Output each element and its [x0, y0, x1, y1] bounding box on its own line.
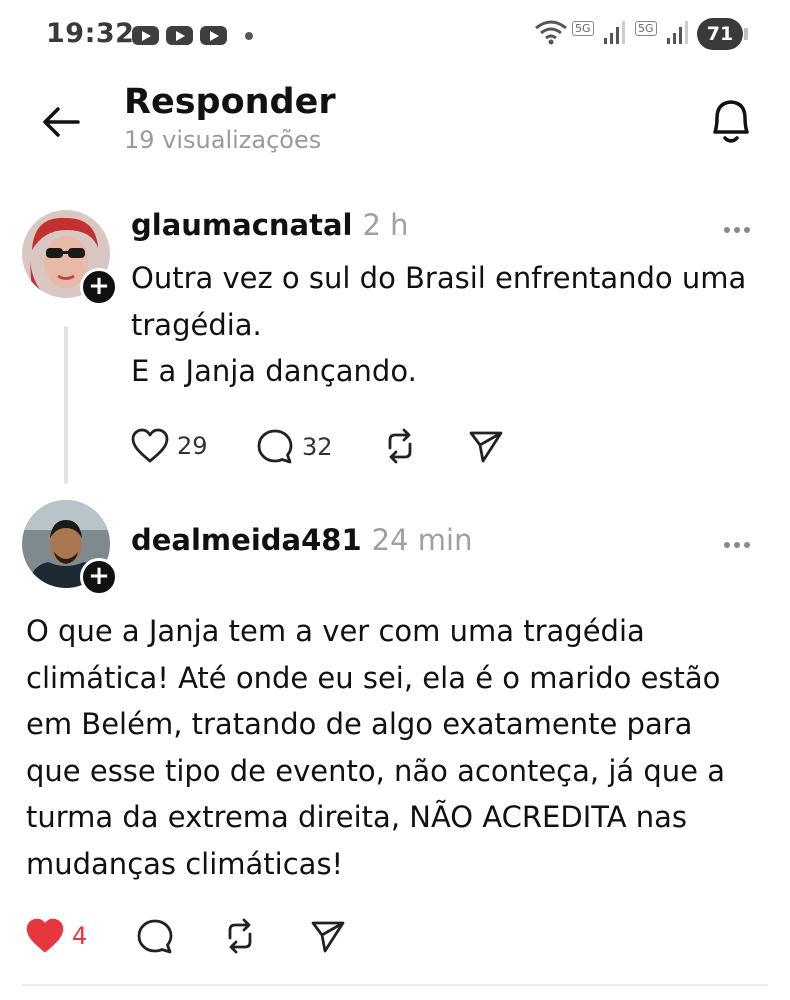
thread-connector — [64, 326, 68, 484]
repost-icon — [228, 918, 252, 954]
post-line: climática! Até onde eu sei, ela é o mari… — [26, 660, 721, 695]
comment-icon — [257, 429, 293, 464]
view-count: 19 visualizações — [124, 126, 322, 154]
share-button[interactable] — [468, 428, 504, 464]
divider — [22, 984, 768, 986]
post-line: que esse tipo de evento, não aconteça, j… — [26, 753, 725, 788]
signal-icon — [667, 21, 688, 44]
like-button[interactable]: 29 — [131, 428, 208, 464]
youtube-notification-icon — [166, 26, 193, 45]
app-header: Responder 19 visualizações — [0, 70, 790, 180]
comment-button[interactable]: 32 — [256, 428, 333, 466]
battery-indicator: 71 — [697, 18, 748, 50]
wifi-icon — [535, 20, 567, 45]
follow-plus-icon[interactable]: + — [80, 268, 118, 306]
post-line: O que a Janja tem a ver com uma tragédia — [26, 614, 645, 648]
share-icon — [311, 921, 345, 953]
network-5g-badge: 5G — [635, 21, 657, 36]
post-line: Outra vez o sul do Brasil enfrentando um… — [131, 261, 747, 295]
bell-icon[interactable] — [705, 92, 757, 148]
comment-icon — [137, 919, 173, 954]
share-button[interactable] — [310, 918, 346, 954]
youtube-notification-icon — [200, 26, 227, 45]
post-body: Outra vez o sul do Brasil enfrentando um… — [131, 255, 746, 395]
more-icon[interactable] — [722, 218, 758, 238]
username-text: glaumacnatal — [131, 208, 353, 242]
post-username[interactable]: dealmeida481 24 min — [131, 523, 472, 557]
page-title: Responder — [124, 82, 336, 122]
repost-icon — [388, 428, 412, 464]
like-count: 4 — [72, 922, 88, 950]
network-5g-badge: 5G — [572, 21, 594, 36]
repost-button[interactable] — [222, 918, 258, 954]
post-time: 24 min — [371, 523, 473, 557]
post-line: E a Janja dançando. — [131, 354, 417, 388]
share-icon — [469, 431, 503, 463]
repost-button[interactable] — [382, 428, 418, 464]
post-line: turma da extrema direita, NÃO ACREDITA n… — [26, 800, 688, 834]
post-line: tragédia. — [131, 307, 262, 342]
like-count: 29 — [177, 432, 208, 460]
post-line: em Belém, tratando de algo exatamente pa… — [26, 707, 693, 741]
like-button[interactable]: 4 — [26, 918, 87, 954]
post-username[interactable]: glaumacnatal 2 h — [131, 208, 409, 242]
notification-dot-icon — [245, 32, 253, 40]
post-body: O que a Janja tem a ver com uma tragédia… — [26, 608, 725, 887]
username-text: dealmeida481 — [131, 523, 362, 557]
youtube-notification-icon — [132, 26, 159, 45]
signal-icon — [604, 21, 625, 44]
post-line: mudanças climáticas! — [26, 846, 344, 881]
heart-icon — [26, 918, 64, 953]
comment-button[interactable] — [136, 918, 174, 956]
heart-icon — [131, 428, 169, 463]
status-bar: 19:32 5G 5G 71 — [0, 0, 790, 70]
more-icon[interactable] — [722, 533, 758, 553]
post-time: 2 h — [362, 208, 409, 242]
back-arrow-icon[interactable] — [40, 100, 84, 144]
follow-plus-icon[interactable]: + — [80, 558, 118, 596]
status-time: 19:32 — [46, 18, 135, 49]
comment-count: 32 — [302, 433, 333, 461]
